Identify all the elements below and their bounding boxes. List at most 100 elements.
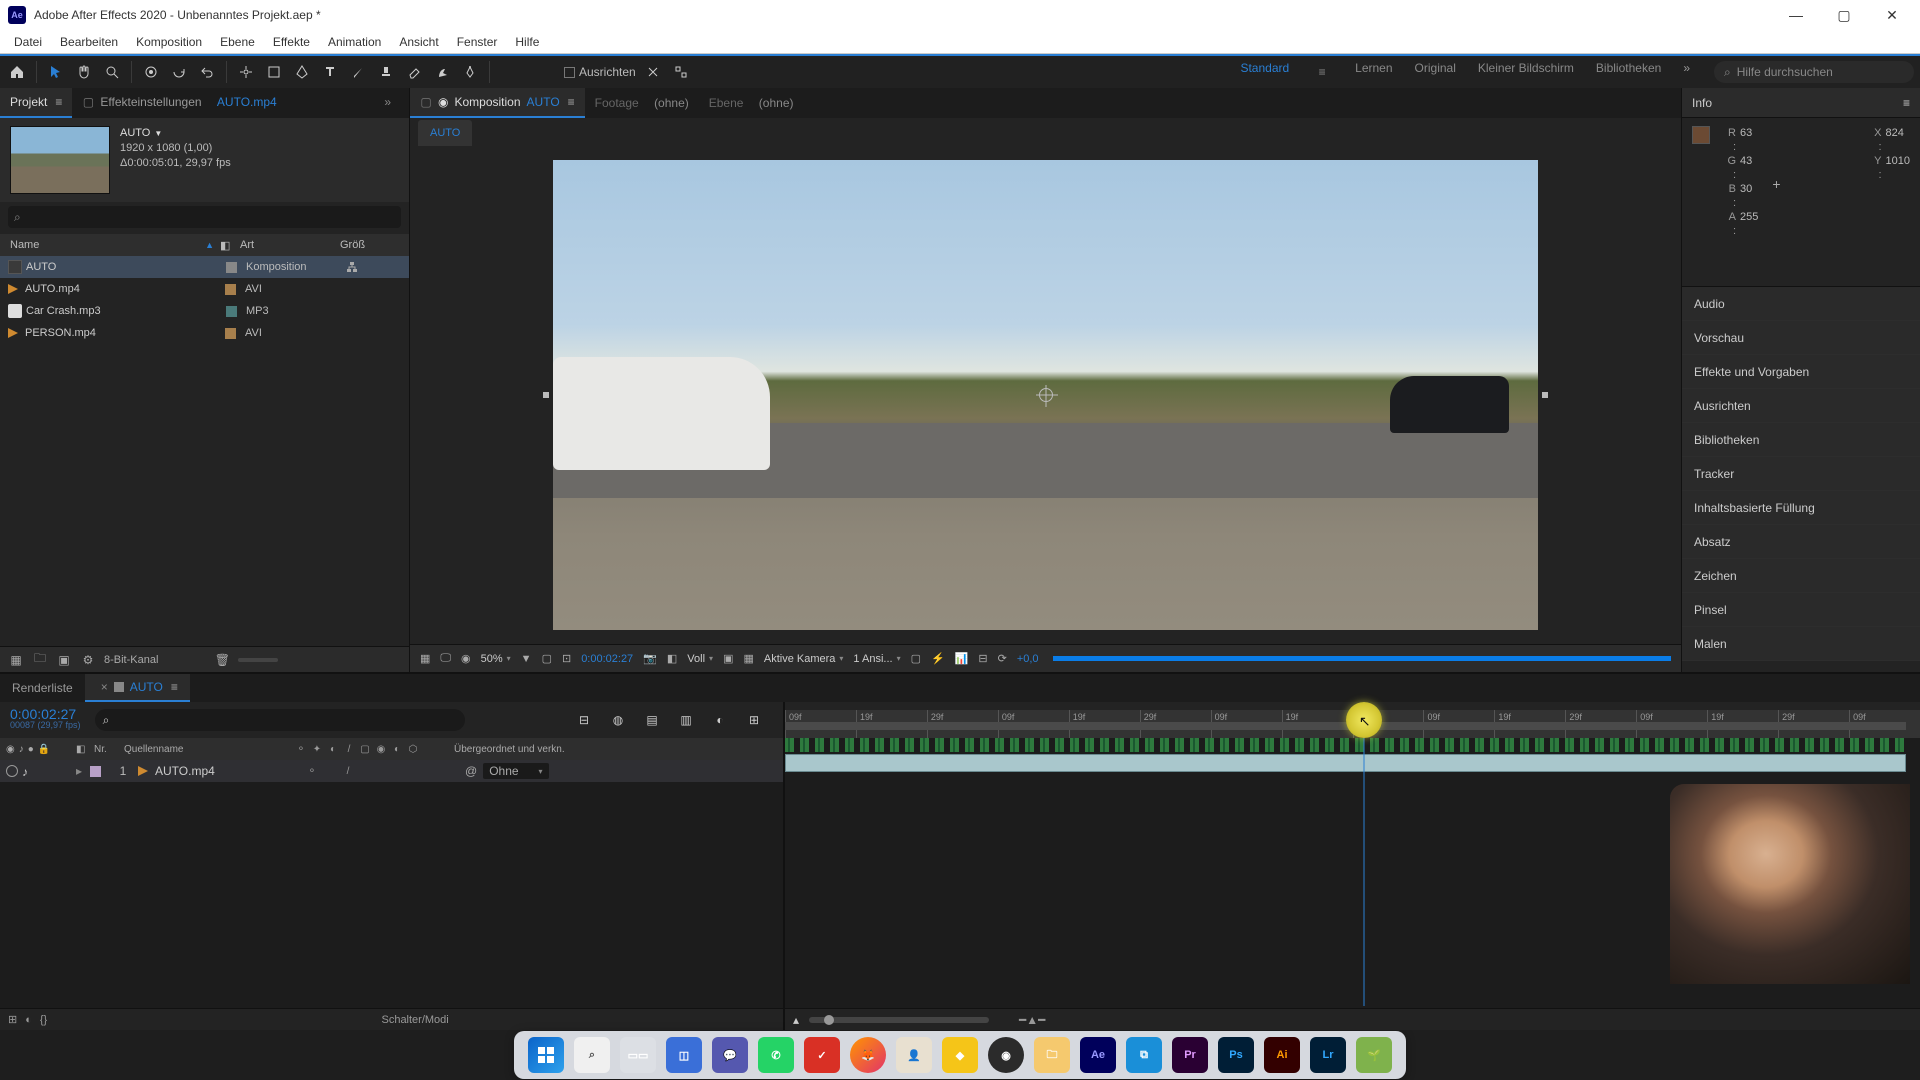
always-preview-icon[interactable]: ▦	[420, 652, 430, 665]
orbit-tool-icon[interactable]	[140, 61, 162, 83]
menu-ansicht[interactable]: Ansicht	[391, 33, 446, 51]
motion-blur-icon[interactable]: ◐	[709, 709, 731, 731]
lock-icon[interactable]: ▢	[82, 95, 94, 109]
layer-audio-icon[interactable]: ♪	[22, 765, 34, 777]
tab-render-queue[interactable]: Renderliste	[0, 674, 85, 702]
comp-flowchart-icon[interactable]	[346, 261, 409, 273]
pen-tool-icon[interactable]	[291, 61, 313, 83]
taskbar-app-icon[interactable]: 👤	[896, 1037, 932, 1073]
tab-project[interactable]: Projekt ≡	[0, 88, 72, 118]
project-item-car-crash[interactable]: Car Crash.mp3 MP3	[0, 300, 409, 322]
guides-icon[interactable]: ▦	[743, 652, 753, 665]
new-folder-icon[interactable]: 🗀	[32, 652, 48, 668]
panel-zeichen[interactable]: Zeichen	[1682, 559, 1920, 593]
reset-exposure-icon[interactable]: ⟳	[998, 652, 1007, 665]
panel-menu-icon[interactable]: ≡	[1903, 96, 1910, 110]
pickwhip-icon[interactable]: @	[465, 764, 477, 778]
panel-ausrichten[interactable]: Ausrichten	[1682, 389, 1920, 423]
taskbar-photoshop-icon[interactable]: Ps	[1218, 1037, 1254, 1073]
time-navigator[interactable]	[809, 1017, 989, 1023]
roto-tool-icon[interactable]	[431, 61, 453, 83]
layer-name[interactable]: AUTO.mp4	[155, 764, 305, 778]
taskbar-aftereffects-icon[interactable]: Ae	[1080, 1037, 1116, 1073]
viewport-handle-right[interactable]	[1542, 392, 1548, 398]
sort-asc-icon[interactable]: ▲	[205, 240, 214, 250]
help-search[interactable]: ⌕ Hilfe durchsuchen	[1714, 61, 1914, 83]
toggle-in-out-icon[interactable]: {}	[40, 1014, 47, 1026]
show-channel-icon[interactable]: ◧	[667, 652, 677, 665]
project-settings-icon[interactable]: ⚙	[80, 652, 96, 668]
resolution-dropdown[interactable]: Voll▾	[687, 653, 713, 665]
taskbar-obs-icon[interactable]: ◉	[988, 1037, 1024, 1073]
workspace-bibliotheken[interactable]: Bibliotheken	[1596, 61, 1661, 83]
project-item-auto-mp4[interactable]: AUTO.mp4 AVI	[0, 278, 409, 300]
label-col-icon[interactable]: ◧	[76, 744, 94, 755]
close-tab-icon[interactable]: ×	[101, 680, 108, 694]
playhead-highlight[interactable]	[1346, 702, 1382, 738]
panel-tracker[interactable]: Tracker	[1682, 457, 1920, 491]
close-button[interactable]: ✕	[1872, 1, 1912, 29]
taskbar-explorer-icon[interactable]: 🗀	[1034, 1037, 1070, 1073]
label-swatch[interactable]	[225, 328, 236, 339]
label-swatch[interactable]	[226, 306, 237, 317]
workspace-lernen[interactable]: Lernen	[1355, 61, 1392, 83]
comp-thumbnail[interactable]	[10, 126, 110, 194]
col-name[interactable]: Name	[10, 239, 39, 251]
panel-content-aware[interactable]: Inhaltsbasierte Füllung	[1682, 491, 1920, 525]
home-icon[interactable]	[6, 61, 28, 83]
grid-icon[interactable]: ▣	[723, 652, 733, 665]
panel-absatz[interactable]: Absatz	[1682, 525, 1920, 559]
layer-duration-bar[interactable]	[785, 754, 1906, 772]
frame-blend-icon[interactable]: ▥	[675, 709, 697, 731]
tab-footage[interactable]: Footage (ohne)	[585, 88, 699, 118]
panel-effekte[interactable]: Effekte und Vorgaben	[1682, 355, 1920, 389]
taskbar-todoist-icon[interactable]: ✓	[804, 1037, 840, 1073]
lock-col-icon[interactable]: 🔒	[38, 744, 50, 755]
zoom-slider-icon[interactable]: ━▲━	[1019, 1013, 1045, 1027]
toggle-mask-icon[interactable]: ◉	[461, 652, 471, 665]
taskbar-search-icon[interactable]: ⌕	[574, 1037, 610, 1073]
views-dropdown[interactable]: 1 Ansi...▾	[853, 653, 900, 665]
col-nr[interactable]: Nr.	[94, 744, 124, 755]
minimize-button[interactable]: —	[1776, 1, 1816, 29]
workspace-kleiner[interactable]: Kleiner Bildschirm	[1478, 61, 1574, 83]
taskbar-app2-icon[interactable]: ◆	[942, 1037, 978, 1073]
new-comp-icon[interactable]: ▣	[56, 652, 72, 668]
zoom-out-icon[interactable]: ▴	[793, 1013, 799, 1027]
col-sourcename[interactable]: Quellenname	[124, 744, 294, 755]
tab-menu-icon[interactable]: ≡	[568, 95, 575, 109]
comp-breadcrumb[interactable]: AUTO	[418, 120, 472, 146]
col-art[interactable]: Art	[240, 239, 340, 251]
menu-effekte[interactable]: Effekte	[265, 33, 318, 51]
taskbar-start-icon[interactable]	[528, 1037, 564, 1073]
parent-dropdown[interactable]: Ohne▾	[483, 763, 548, 779]
project-item-person-mp4[interactable]: PERSON.mp4 AVI	[0, 322, 409, 344]
menu-komposition[interactable]: Komposition	[128, 33, 210, 51]
hand-tool-icon[interactable]	[73, 61, 95, 83]
lock-icon[interactable]: ▢	[420, 95, 432, 109]
resolution-toggle-icon[interactable]: ▼	[521, 653, 532, 665]
taskbar-firefox-icon[interactable]: 🦊	[850, 1037, 886, 1073]
shape-tool-icon[interactable]	[263, 61, 285, 83]
hide-shy-icon[interactable]: ▤	[641, 709, 663, 731]
draft-3d-icon[interactable]: ◍	[607, 709, 629, 731]
snapping-icon[interactable]	[642, 61, 664, 83]
layer-visibility-icon[interactable]	[6, 765, 18, 777]
timeline-search[interactable]: ⌕	[95, 709, 465, 731]
puppet-tool-icon[interactable]	[459, 61, 481, 83]
fast-preview-icon[interactable]: ▢	[542, 652, 552, 665]
comp-name[interactable]: AUTO	[120, 126, 150, 141]
layer-quality-toggle[interactable]: /	[341, 764, 355, 778]
panel-bibliotheken[interactable]: Bibliotheken	[1682, 423, 1920, 457]
layer-expand-icon[interactable]: ▸	[76, 764, 90, 778]
tab-overflow-icon[interactable]: »	[376, 95, 399, 109]
exposure-value[interactable]: +0,0	[1017, 653, 1039, 665]
tab-project-menu-icon[interactable]: ≡	[55, 95, 62, 109]
menu-datei[interactable]: Datei	[6, 33, 50, 51]
rotate-tool-icon[interactable]	[168, 61, 190, 83]
taskbar-chat-icon[interactable]: 💬	[712, 1037, 748, 1073]
layer-row-1[interactable]: ♪ ▸ 1 AUTO.mp4 ⚬ /	[0, 760, 783, 782]
workspace-standard[interactable]: Standard	[1240, 61, 1289, 83]
comp-dropdown-caret-icon[interactable]: ▼	[154, 126, 162, 141]
workspace-original[interactable]: Original	[1415, 61, 1456, 83]
